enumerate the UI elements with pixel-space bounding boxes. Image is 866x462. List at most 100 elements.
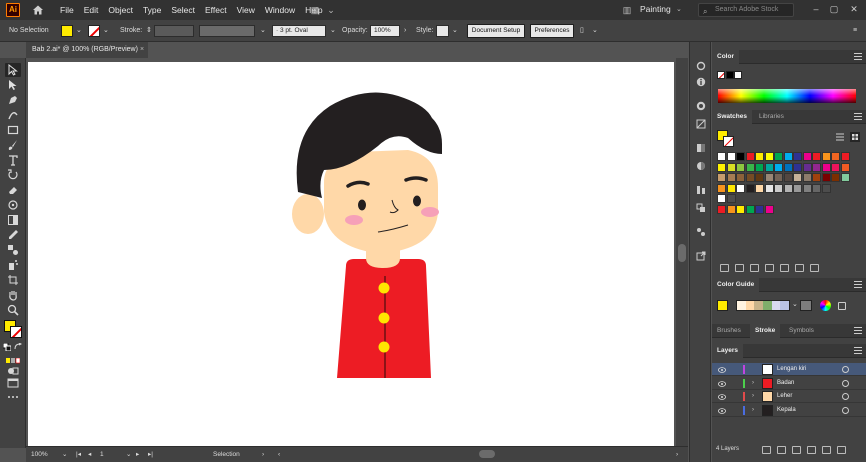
color-none-swatch[interactable] [717, 71, 725, 79]
swatch-cell[interactable] [755, 204, 764, 214]
color-black-swatch[interactable] [726, 71, 734, 79]
swatch-cell[interactable] [745, 204, 755, 214]
expand-chevron-icon[interactable]: › [752, 377, 754, 390]
eraser-tool-icon[interactable] [5, 183, 21, 197]
properties-icon[interactable] [695, 60, 707, 72]
grid-view-icon[interactable] [850, 132, 860, 142]
tab-symbols[interactable]: Symbols [784, 324, 819, 338]
next-artboard-icon[interactable]: ▸ [136, 447, 139, 462]
workspace-switcher[interactable]: Painting [640, 4, 671, 14]
gradient-tool-icon[interactable] [5, 213, 21, 227]
edit-colors-icon[interactable] [820, 300, 831, 311]
swatch-cell[interactable] [831, 173, 840, 182]
layer-name[interactable]: Lengan kiri [777, 363, 806, 376]
swatch-cell[interactable] [745, 152, 755, 161]
first-artboard-icon[interactable]: |◂ [76, 447, 81, 462]
swatch-cell[interactable] [717, 173, 726, 182]
visibility-eye-icon[interactable] [718, 380, 726, 387]
swatch-cell[interactable] [736, 173, 745, 182]
swatch-cell[interactable] [774, 162, 783, 172]
chevron-down-icon[interactable]: ⌄ [76, 20, 82, 42]
new-swatch-icon[interactable] [795, 264, 804, 272]
swatches-stroke-indicator[interactable] [723, 136, 734, 147]
base-color-swatch[interactable] [717, 300, 728, 311]
save-color-group-icon[interactable] [800, 300, 812, 311]
swatch-cell[interactable] [774, 183, 783, 193]
swatch-cell[interactable] [764, 162, 774, 172]
rectangle-tool-icon[interactable] [5, 123, 21, 137]
new-color-group-icon[interactable] [780, 264, 789, 272]
vertical-scrollbar[interactable] [676, 58, 688, 446]
swatch-options-icon[interactable] [765, 264, 774, 272]
menu-effect[interactable]: Effect [205, 5, 227, 15]
layer-name[interactable]: Leher [777, 390, 792, 403]
symbol-sprayer-tool-icon[interactable] [5, 258, 21, 272]
chevron-right-icon[interactable]: › [262, 447, 264, 462]
expand-chevron-icon[interactable]: › [752, 404, 754, 417]
last-artboard-icon[interactable]: ▸| [148, 447, 153, 462]
menu-select[interactable]: Select [171, 5, 195, 15]
stroke-weight-field[interactable] [154, 25, 194, 37]
hand-tool-icon[interactable] [5, 288, 21, 302]
chevron-down-icon[interactable]: ⌄ [260, 20, 266, 42]
chevron-down-icon[interactable]: ⌄ [592, 20, 598, 42]
left-ear[interactable] [292, 194, 324, 234]
swatch-cell[interactable] [717, 162, 726, 172]
more-tools-icon[interactable] [5, 390, 21, 404]
swatch-cell[interactable] [736, 183, 745, 193]
swatch-cell[interactable] [764, 173, 774, 182]
delete-layer-icon[interactable] [837, 446, 846, 454]
swatch-cell[interactable] [783, 162, 793, 172]
swatch-cell[interactable] [821, 152, 831, 161]
swatch-cell[interactable] [717, 194, 726, 203]
swatch-cell[interactable] [802, 152, 812, 161]
harmony-rules-strip[interactable] [736, 300, 790, 311]
fill-swatch[interactable] [61, 25, 73, 37]
new-layer-icon[interactable] [822, 446, 831, 454]
tab-brushes[interactable]: Brushes [712, 324, 746, 338]
stock-search-input[interactable]: ⌕ Search Adobe Stock [698, 3, 794, 17]
grid-layout-icon[interactable]: ▦ [310, 5, 320, 15]
swatch-cell[interactable] [764, 183, 774, 193]
opacity-field[interactable]: 100% [370, 25, 400, 37]
arrange-icon[interactable]: ▯ [580, 20, 584, 42]
swatch-cell[interactable] [717, 204, 726, 214]
chevron-down-icon[interactable]: ⌄ [330, 20, 336, 42]
swatch-cell[interactable] [821, 162, 831, 172]
document-setup-button[interactable]: Document Setup [467, 24, 525, 38]
collect-for-export-icon[interactable] [762, 446, 771, 454]
stepper-icon[interactable]: ⇕ [146, 20, 152, 42]
minimize-icon[interactable]: – [810, 3, 822, 15]
info-icon[interactable] [695, 76, 707, 88]
eyedropper-tool-icon[interactable] [5, 228, 21, 242]
layer-name[interactable]: Kepala [777, 404, 796, 417]
layer-target-icon[interactable] [842, 406, 849, 414]
swatch-cell[interactable] [793, 183, 802, 193]
layer-row[interactable]: › Badan [712, 377, 866, 390]
shirt-button-3[interactable] [378, 341, 390, 353]
stroke-color-swatch[interactable] [10, 326, 22, 338]
puppet-warp-tool-icon[interactable] [5, 198, 21, 212]
swatch-cell[interactable] [764, 152, 774, 161]
chevron-down-icon[interactable]: ⌄ [62, 447, 67, 462]
chevron-down-icon[interactable]: ⌄ [452, 20, 458, 42]
swatch-libraries-icon[interactable] [720, 264, 729, 272]
transparency-icon[interactable] [695, 160, 707, 172]
menu-object[interactable]: Object [108, 5, 133, 15]
layer-row[interactable]: › Kepala [712, 404, 866, 417]
swatch-cell[interactable] [755, 152, 764, 161]
expand-chevron-icon[interactable]: › [752, 390, 754, 403]
panel-menu-icon[interactable] [854, 347, 862, 355]
chevron-down-icon[interactable]: ⌄ [676, 5, 682, 13]
close-icon[interactable]: ✕ [848, 3, 860, 15]
swatch-cell[interactable] [783, 152, 793, 161]
tab-swatches[interactable]: Swatches [712, 110, 752, 124]
scroll-left-icon[interactable]: ‹ [278, 447, 280, 462]
color-panel-title[interactable]: Color [712, 50, 739, 64]
type-tool-icon[interactable] [5, 153, 21, 167]
panel-menu-icon[interactable] [854, 53, 862, 61]
zoom-tool-icon[interactable] [5, 303, 21, 317]
swatch-cell[interactable] [745, 173, 755, 182]
swatch-cell[interactable] [745, 162, 755, 172]
swatch-cell[interactable] [726, 194, 736, 203]
